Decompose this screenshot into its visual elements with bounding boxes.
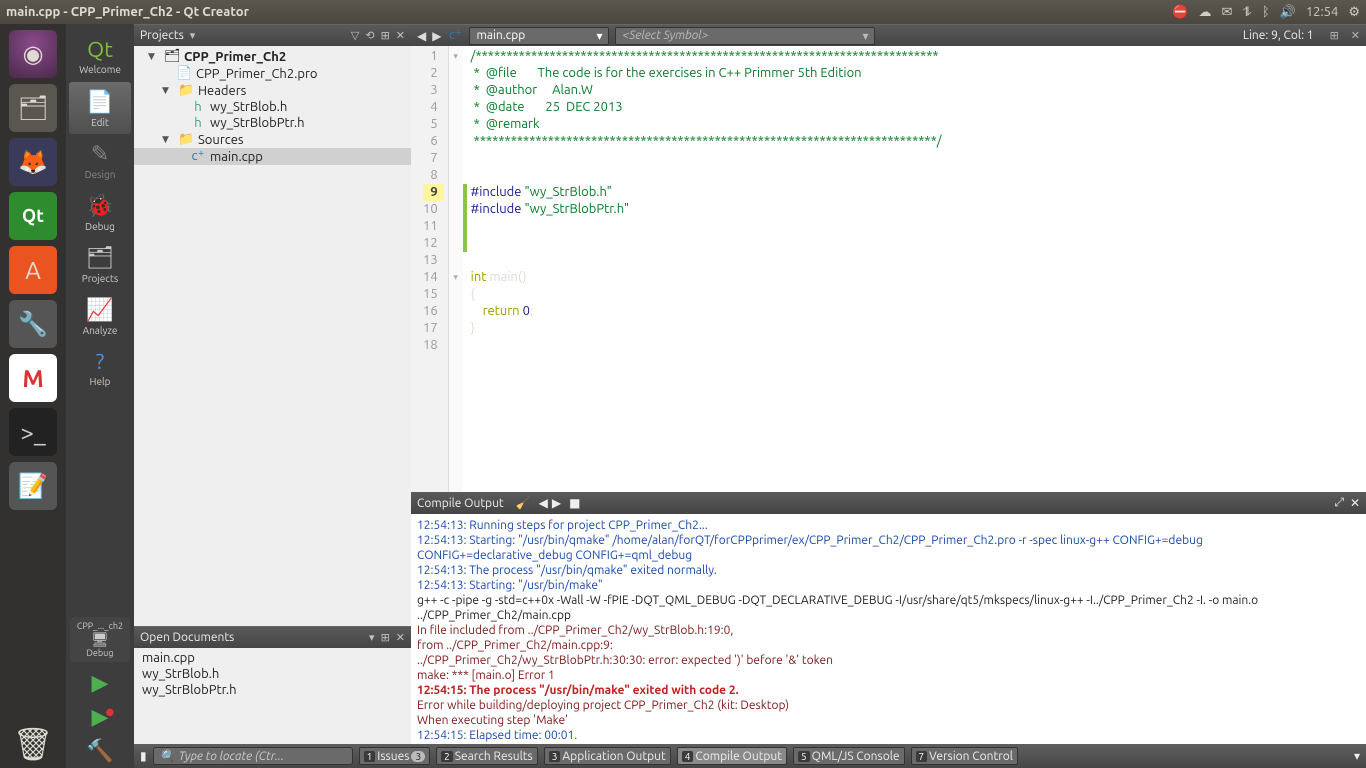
code-lines[interactable]: /***************************************…	[463, 46, 950, 492]
cloud-icon[interactable]: ☁	[1198, 5, 1211, 20]
projects-header: Projects ▾ ▽ ⟲ ⊞ ✕	[134, 24, 411, 46]
gear-icon[interactable]: ⚙	[1348, 5, 1360, 20]
mode-help[interactable]: ?Help	[69, 342, 131, 394]
mode-edit[interactable]: 📄Edit	[69, 82, 131, 134]
file-selector[interactable]: main.cpp▾	[469, 27, 609, 45]
mode-welcome[interactable]: QtWelcome	[69, 30, 131, 82]
mode-design[interactable]: ✎Design	[69, 134, 131, 186]
file-icon: c⁺	[447, 28, 463, 43]
tree-header-file[interactable]: hwy_StrBlob.h	[134, 99, 411, 115]
opendocs-header: Open Documents ▾ ⊞ ✕	[134, 626, 411, 648]
run-debug-button[interactable]: ▶●	[92, 704, 109, 730]
mode-projects[interactable]: 🗂Projects	[69, 238, 131, 290]
close-icon[interactable]: ✕	[396, 29, 405, 42]
close-icon[interactable]: ✕	[396, 631, 405, 644]
trash-icon[interactable]: 🗑	[9, 720, 57, 768]
cursor-position: Line: 9, Col: 1	[1243, 29, 1318, 42]
close-sidebar-icon[interactable]: ▮	[140, 749, 147, 763]
line-gutter: 123456789101112131415161718	[411, 46, 449, 492]
software-center-icon[interactable]: A	[9, 246, 57, 294]
search-icon: 🔍	[160, 749, 175, 763]
tree-header-file[interactable]: hwy_StrBlobPtr.h	[134, 115, 411, 131]
filter-icon[interactable]: ▽	[351, 29, 359, 42]
split-icon[interactable]: ⊞	[1330, 29, 1339, 42]
tab-app-output[interactable]: 3Application Output	[544, 747, 671, 765]
clock[interactable]: 12:54	[1306, 5, 1339, 19]
settings-icon[interactable]: 🔧	[9, 300, 57, 348]
clear-icon[interactable]: 🧹	[516, 496, 531, 510]
opendoc-item[interactable]: wy_StrBlobPtr.h	[134, 682, 411, 698]
locator-input[interactable]: 🔍 Type to locate (Ctr...	[153, 747, 353, 765]
window-title: main.cpp - CPP_Primer_Ch2 - Qt Creator	[6, 5, 1172, 19]
project-tree[interactable]: ▼🗂CPP_Primer_Ch2 📄CPP_Primer_Ch2.pro ▼📁H…	[134, 46, 411, 626]
files-icon[interactable]: 🗂	[9, 84, 57, 132]
compile-output-header: Compile Output 🧹 ◀ ▶ ■ ⤢ ✕	[411, 492, 1366, 514]
maximize-icon[interactable]: ⤢	[1334, 496, 1344, 510]
fold-gutter[interactable]: ▾▾	[449, 46, 463, 492]
nav-fwd-icon[interactable]: ▶	[432, 29, 441, 43]
tree-project[interactable]: ▼🗂CPP_Primer_Ch2	[134, 48, 411, 65]
gmail-icon[interactable]: M	[9, 354, 57, 402]
split-icon[interactable]: ⊞	[381, 29, 390, 42]
symbol-selector[interactable]: <Select Symbol>▾	[615, 27, 875, 45]
firefox-icon[interactable]: 🦊	[9, 138, 57, 186]
mode-selector: QtWelcome 📄Edit ✎Design 🐞Debug 🗂Projects…	[66, 24, 134, 768]
bluetooth-icon[interactable]: ᛒ	[1262, 5, 1270, 19]
build-button[interactable]: 🔨	[86, 738, 113, 764]
chevron-down-icon[interactable]: ▾	[369, 631, 375, 644]
noentry-icon[interactable]: ⛔	[1172, 5, 1188, 20]
open-documents[interactable]: main.cpp wy_StrBlob.h wy_StrBlobPtr.h	[134, 648, 411, 744]
tab-compile-output[interactable]: 4Compile Output	[677, 747, 787, 765]
tab-issues[interactable]: 1Issues3	[359, 747, 430, 765]
tree-source-file[interactable]: c⁺main.cpp	[134, 148, 411, 165]
bottom-bar: ▮ 🔍 Type to locate (Ctr... 1Issues3 2Sea…	[134, 744, 1366, 768]
editor-toolbar: ◀ ▶ c⁺ main.cpp▾ <Select Symbol>▾ Line: …	[411, 24, 1366, 46]
dash-icon[interactable]: ◉	[9, 30, 57, 78]
opendoc-item[interactable]: main.cpp	[134, 650, 411, 666]
next-icon[interactable]: ▶	[552, 496, 561, 510]
close-icon[interactable]: ✕	[1350, 496, 1360, 510]
system-tray: ⛔ ☁ ✉ ⥮ ᛒ 🔊 12:54 ⚙	[1172, 5, 1360, 20]
kit-selector[interactable]: CPP_..._ch2 🖥 Debug	[70, 617, 130, 662]
mode-debug[interactable]: 🐞Debug	[69, 186, 131, 238]
tree-pro-file[interactable]: 📄CPP_Primer_Ch2.pro	[134, 65, 411, 82]
tree-headers[interactable]: ▼📁Headers	[134, 82, 411, 99]
unity-launcher: ◉ 🗂 🦊 Qt A 🔧 M >_ 📝 🗑	[0, 24, 66, 768]
tab-version-control[interactable]: 7Version Control	[911, 747, 1018, 765]
tab-qmljs-console[interactable]: 5QML/JS Console	[793, 747, 905, 765]
mail-icon[interactable]: ✉	[1221, 5, 1232, 20]
terminal-icon[interactable]: >_	[9, 408, 57, 456]
network-icon[interactable]: ⥮	[1242, 5, 1251, 20]
compile-output[interactable]: 12:54:13: Running steps for project CPP_…	[411, 514, 1366, 744]
opendoc-item[interactable]: wy_StrBlob.h	[134, 666, 411, 682]
menubar: main.cpp - CPP_Primer_Ch2 - Qt Creator ⛔…	[0, 0, 1366, 24]
mode-analyze[interactable]: 📈Analyze	[69, 290, 131, 342]
stop-icon[interactable]: ■	[569, 496, 580, 510]
tree-sources[interactable]: ▼📁Sources	[134, 131, 411, 148]
split-icon[interactable]: ⊞	[381, 631, 390, 644]
chevron-down-icon[interactable]: ▾	[190, 29, 196, 42]
tab-search-results[interactable]: 2Search Results	[436, 747, 538, 765]
run-button[interactable]: ▶	[92, 670, 109, 696]
code-editor[interactable]: 123456789101112131415161718 ▾▾ /********…	[411, 46, 1366, 492]
qtcreator-icon[interactable]: Qt	[9, 192, 57, 240]
sync-icon[interactable]: ⟲	[365, 29, 374, 42]
texteditor-icon[interactable]: 📝	[9, 462, 57, 510]
nav-back-icon[interactable]: ◀	[417, 29, 426, 43]
prev-icon[interactable]: ◀	[539, 496, 548, 510]
volume-icon[interactable]: 🔊	[1280, 5, 1296, 20]
output-chevron-icon[interactable]: ▾	[1354, 749, 1360, 763]
close-icon[interactable]: ✕	[1351, 29, 1360, 42]
